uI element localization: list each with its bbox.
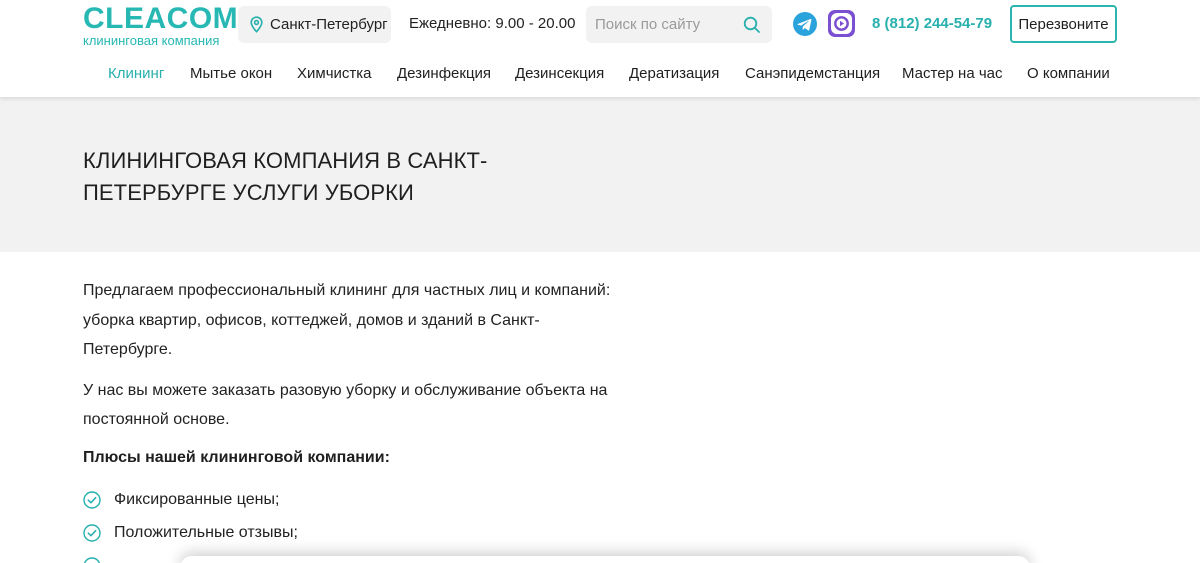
nav-item-disinfection[interactable]: Дезинфекция <box>397 65 491 82</box>
nav-item-window-washing[interactable]: Мытье окон <box>190 65 272 82</box>
order-paragraph: У нас вы можете заказать разовую уборку … <box>83 381 608 429</box>
site-header: CLEACOM клининговая компания Санкт-Петер… <box>0 0 1200 97</box>
telegram-icon[interactable] <box>793 12 817 36</box>
phone-link[interactable]: 8 (812) 244-54-79 <box>872 15 992 32</box>
callback-button[interactable]: Перезвоните <box>1010 5 1117 43</box>
check-circle-icon <box>83 490 101 509</box>
search-input[interactable] <box>586 6 736 43</box>
hero-banner: КЛИНИНГОВАЯ КОМПАНИЯ В САНКТ-ПЕТЕРБУРГЕ … <box>0 97 1200 252</box>
benefits-list: Фиксированные цены; Положительные отзывы… <box>83 490 623 563</box>
nav-item-deratization[interactable]: Дератизация <box>629 65 719 82</box>
page-title: КЛИНИНГОВАЯ КОМПАНИЯ В САНКТ-ПЕТЕРБУРГЕ … <box>83 148 488 205</box>
search-icon[interactable] <box>742 15 762 35</box>
search-box <box>586 6 772 43</box>
nav-item-cleaning[interactable]: Клининг <box>108 65 164 82</box>
nav-item-handyman[interactable]: Мастер на час <box>902 65 1003 82</box>
nav-item-sanitary-station[interactable]: Санэпидемстанция <box>745 65 880 82</box>
city-selector[interactable]: Санкт-Петербург <box>238 6 391 43</box>
benefit-text: Фиксированные цены; <box>114 490 280 508</box>
bottom-popup-edge <box>180 556 1030 563</box>
benefits-title: Плюсы нашей клининговой компании: <box>83 448 390 466</box>
logo[interactable]: CLEACOM клининговая компания <box>83 2 239 48</box>
main-content: Предлагаем профессиональный клининг для … <box>83 276 623 563</box>
nav-item-about[interactable]: О компании <box>1027 65 1110 82</box>
check-circle-icon <box>83 556 101 563</box>
logo-subtitle: клининговая компания <box>83 33 220 48</box>
intro-paragraph: Предлагаем профессиональный клининг для … <box>83 282 611 358</box>
nav-item-disinsection[interactable]: Дезинсекция <box>515 65 604 82</box>
logo-word: CLEACOM <box>83 2 239 35</box>
list-item: Положительные отзывы; <box>83 523 623 543</box>
vk-video-icon[interactable] <box>828 10 855 37</box>
working-hours: Ежедневно: 9.00 - 20.00 <box>409 15 576 32</box>
main-nav: Клининг Мытье окон Химчистка Дезинфекция… <box>0 63 1200 85</box>
map-pin-icon <box>250 16 263 33</box>
nav-item-dry-cleaning[interactable]: Химчистка <box>297 65 372 82</box>
list-item: Фиксированные цены; <box>83 490 623 510</box>
city-label: Санкт-Петербург <box>270 16 388 33</box>
benefit-text: Положительные отзывы; <box>114 523 298 541</box>
check-circle-icon <box>83 523 101 542</box>
